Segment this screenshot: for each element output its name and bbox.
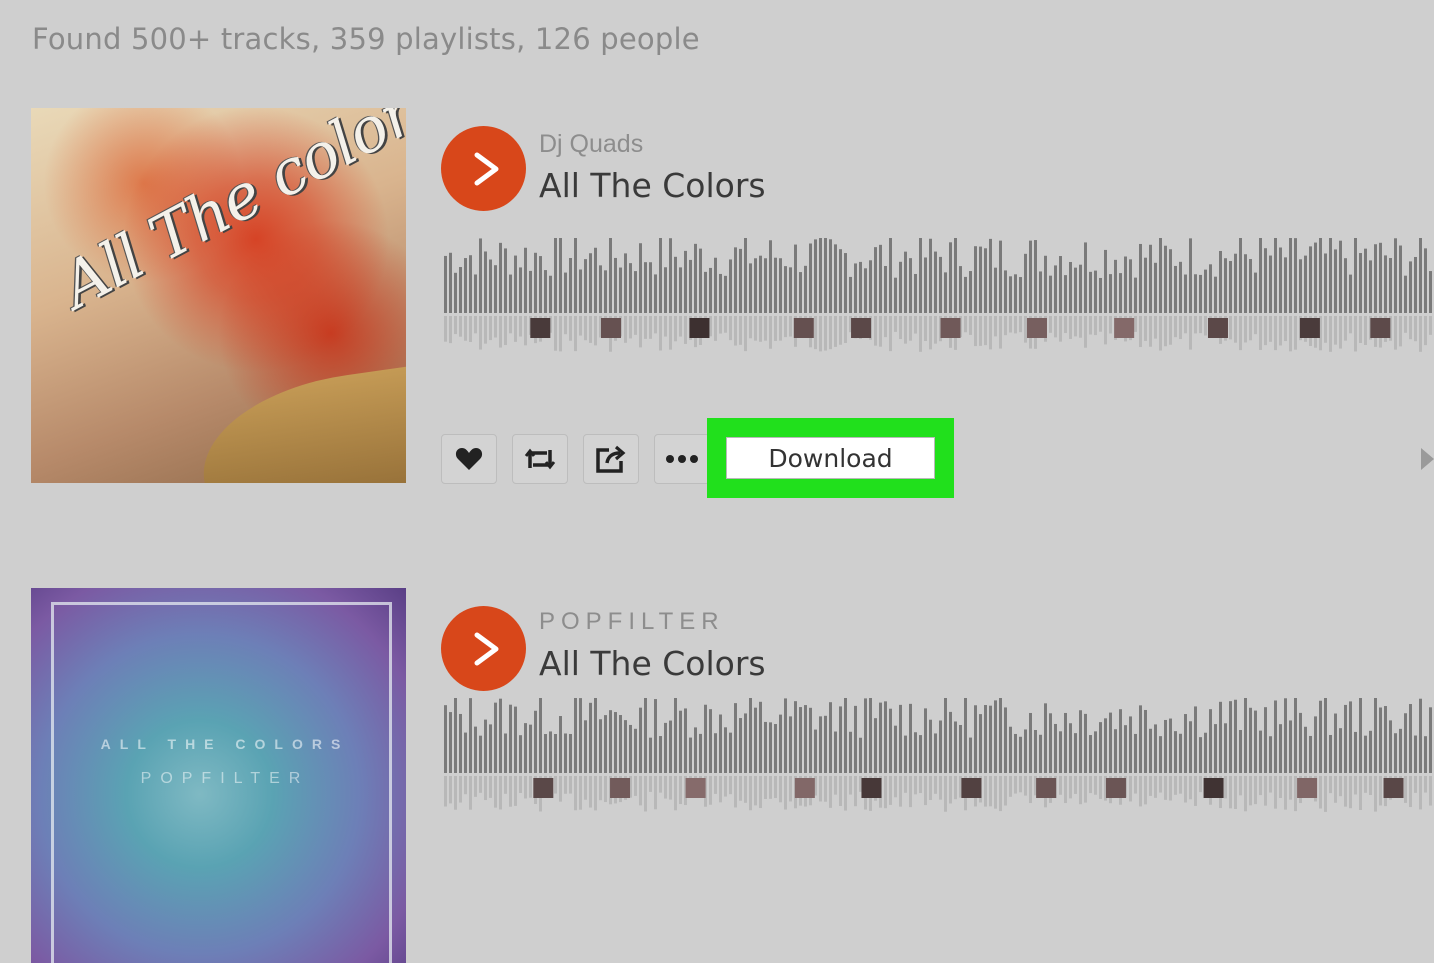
track-artist[interactable]: Dj Quads [539, 130, 643, 159]
share-icon [596, 445, 626, 473]
track-item: All The colors Dj Quads All The Colors D… [0, 108, 1434, 498]
more-button[interactable] [654, 434, 710, 484]
artwork-text: All The colors [49, 108, 406, 323]
scroll-right-icon[interactable] [1421, 448, 1434, 470]
heart-icon [455, 448, 483, 470]
share-button[interactable] [583, 434, 639, 484]
waveform[interactable] [440, 238, 1434, 388]
waveform-bars [444, 238, 1432, 352]
play-icon [474, 632, 498, 665]
track-item: ALL THE COLORS POPFILTER POPFILTER All T… [0, 588, 1434, 963]
repost-icon [524, 448, 556, 470]
waveform-bars [444, 698, 1432, 812]
play-button[interactable] [441, 606, 526, 691]
artwork-subtext: POPFILTER [140, 770, 310, 787]
download-button[interactable]: Download [726, 437, 935, 479]
track-artwork[interactable]: ALL THE COLORS POPFILTER [31, 588, 406, 963]
track-title[interactable]: All The Colors [539, 644, 766, 683]
play-icon [474, 152, 498, 185]
track-artist[interactable]: POPFILTER [539, 608, 725, 636]
like-button[interactable] [441, 434, 497, 484]
track-title[interactable]: All The Colors [539, 166, 766, 205]
repost-button[interactable] [512, 434, 568, 484]
play-button[interactable] [441, 126, 526, 211]
more-icon [666, 455, 698, 463]
artwork-decoration [192, 360, 406, 483]
artwork-text: ALL THE COLORS [100, 736, 350, 752]
track-artwork[interactable]: All The colors [31, 108, 406, 483]
search-summary: Found 500+ tracks, 359 playlists, 126 pe… [32, 22, 700, 56]
waveform[interactable] [440, 698, 1434, 848]
